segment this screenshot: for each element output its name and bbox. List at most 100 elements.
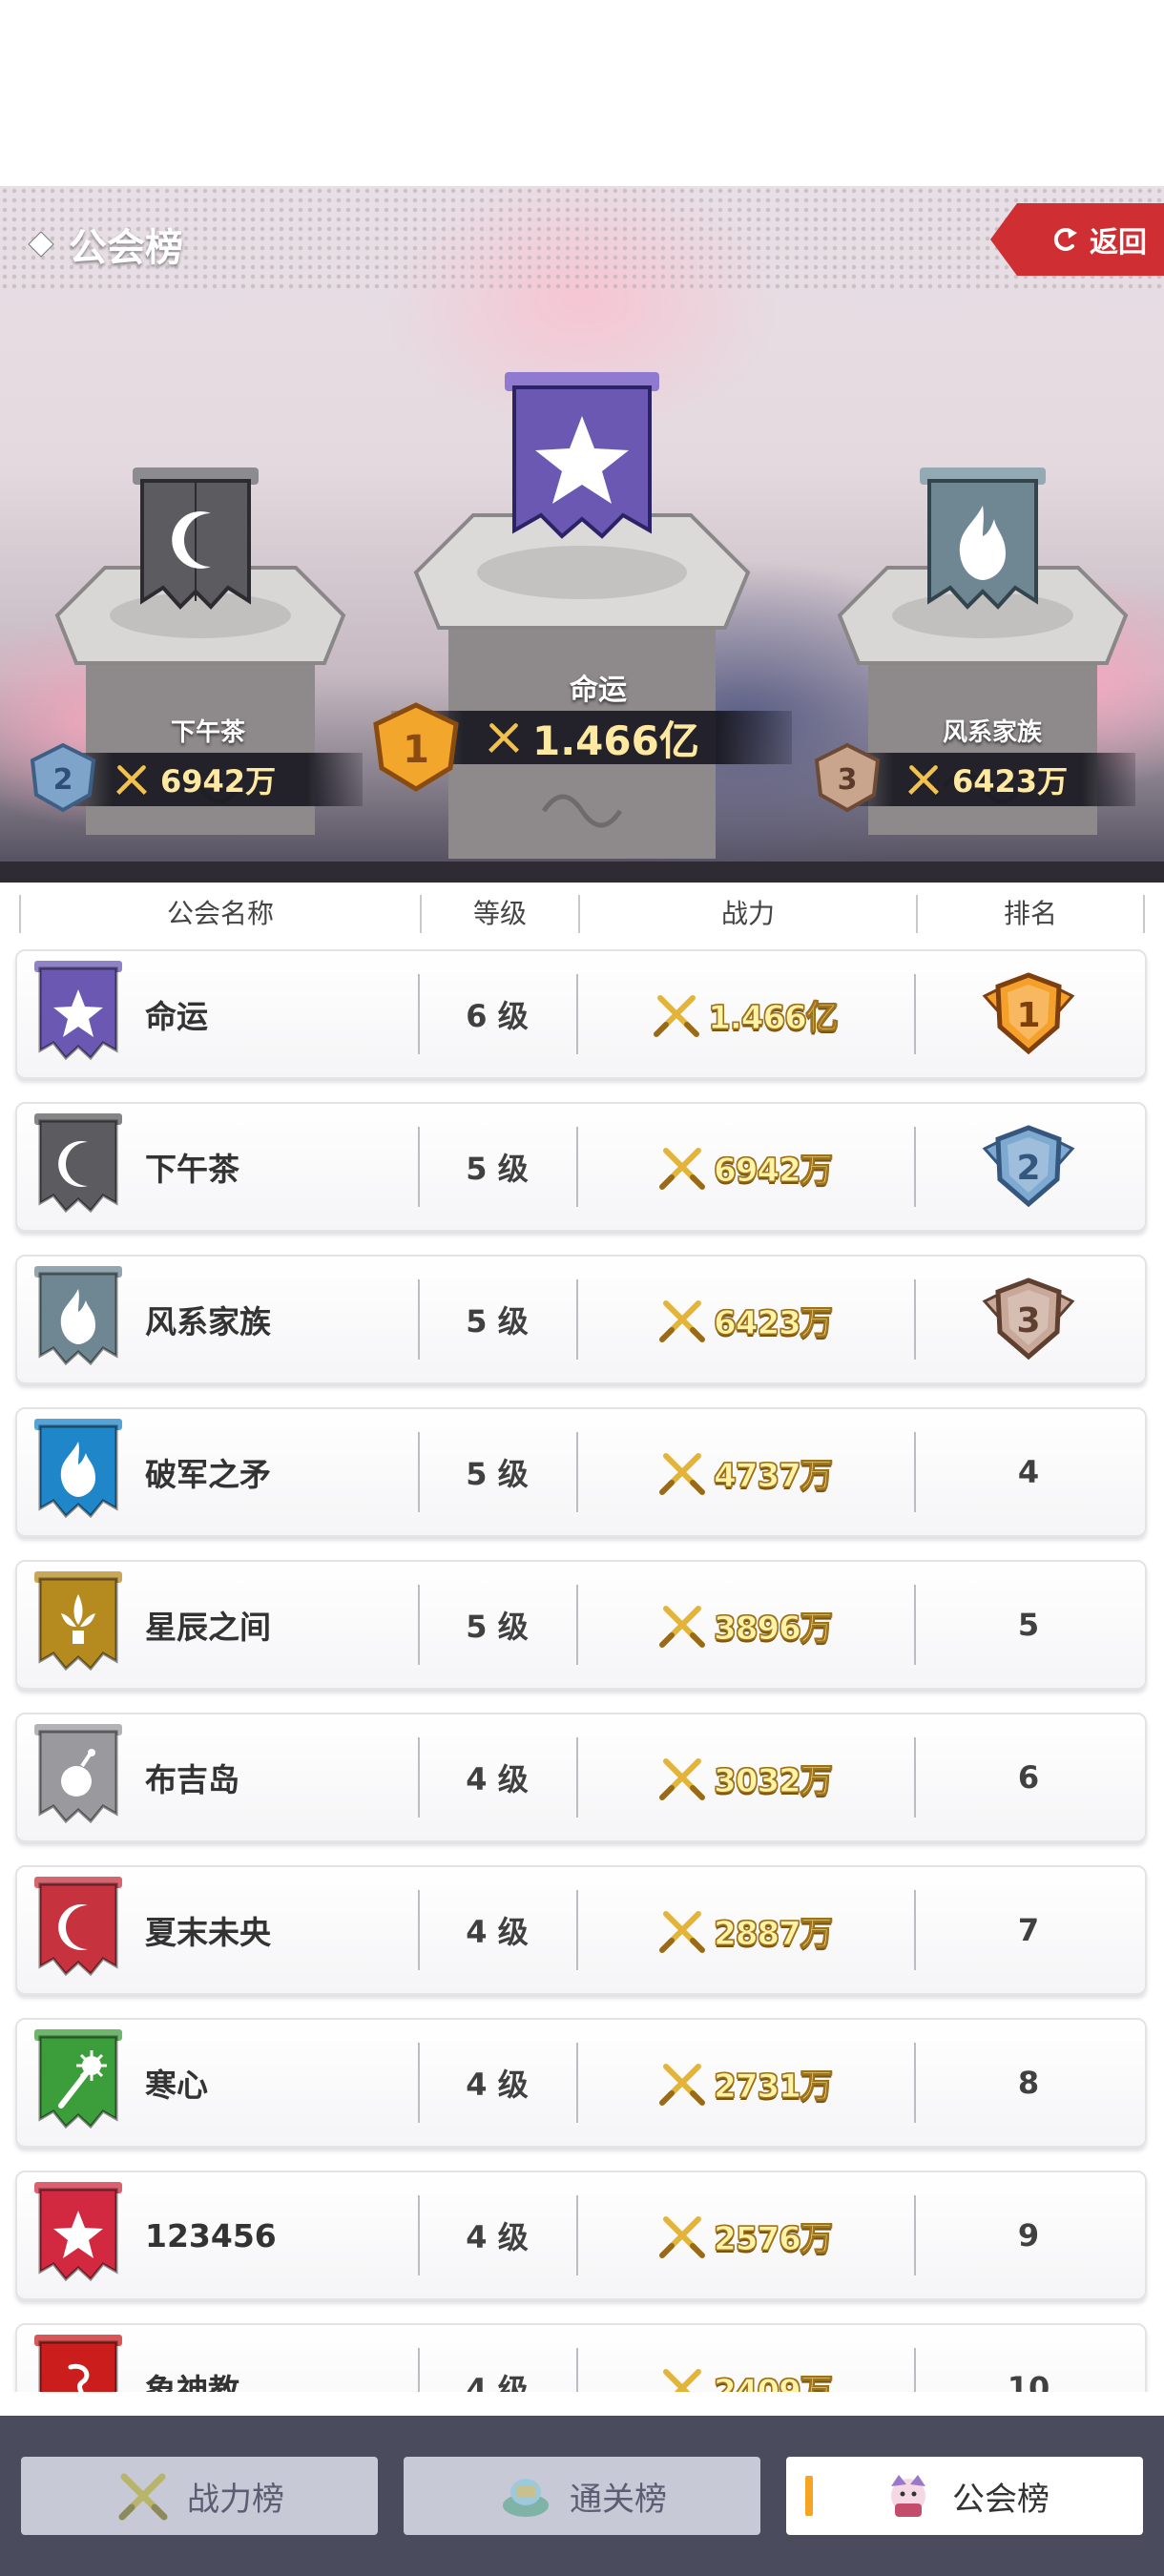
guild-level: 5 级 <box>466 1456 529 1492</box>
guild-power: 2887万 <box>714 1914 834 1953</box>
crossed-swords-icon <box>488 723 519 753</box>
diamond-icon <box>28 231 54 258</box>
guild-name: 风系家族 <box>145 1303 271 1340</box>
crossed-swords-icon <box>659 1148 706 1190</box>
guild-name-cell: 123456 <box>17 2172 418 2298</box>
podium-first-name: 命运 <box>570 674 627 707</box>
back-button[interactable]: 返回 <box>990 203 1164 276</box>
fleur-banner-icon <box>34 1571 122 1672</box>
guild-rank-cell: 4 <box>914 1409 1143 1535</box>
guild-level-cell: 4 级 <box>418 2325 576 2392</box>
guild-row[interactable]: 布吉岛 4 级 3032万 6 <box>15 1713 1147 1842</box>
guild-level-cell: 4 级 <box>418 1867 576 1993</box>
guild-power-cell: 6423万 <box>576 1257 914 1382</box>
guild-level-cell: 4 级 <box>418 2020 576 2146</box>
guild-power: 2731万 <box>714 2067 834 2106</box>
crossed-swords-icon <box>659 1300 706 1342</box>
guild-name-cell: 象神教 <box>17 2325 418 2392</box>
podium-third-name: 风系家族 <box>942 718 1042 747</box>
guild-power-cell: 3032万 <box>576 1714 914 1840</box>
header-power: 战力 <box>578 895 916 933</box>
guild-row[interactable]: 命运 6 级 1.466亿 1 <box>15 949 1147 1079</box>
guild-level: 4 级 <box>466 2372 529 2392</box>
guild-name-cell: 布吉岛 <box>17 1714 418 1840</box>
svg-text:2: 2 <box>1016 1149 1040 1188</box>
guild-row[interactable]: 风系家族 5 级 6423万 3 <box>15 1255 1147 1384</box>
podium-first-power-value: 1.466亿 <box>532 717 699 764</box>
return-arrow-icon <box>1053 228 1077 251</box>
guild-row[interactable]: 星辰之间 5 级 3896万 5 <box>15 1560 1147 1690</box>
svg-text:3: 3 <box>838 763 858 797</box>
guild-name-cell: 星辰之间 <box>17 1562 418 1688</box>
guild-rank: 7 <box>1017 1912 1040 1948</box>
guild-name-cell: 命运 <box>17 951 418 1077</box>
guild-row[interactable]: 夏末未央 4 级 2887万 7 <box>15 1865 1147 1995</box>
svg-text:1: 1 <box>403 728 429 772</box>
guild-level: 5 级 <box>466 1151 529 1187</box>
tab-power-ranking[interactable]: 战力榜 <box>21 2457 378 2535</box>
guild-name: 下午茶 <box>145 1151 239 1188</box>
crossed-swords-icon <box>663 2369 702 2392</box>
crossed-swords-icon <box>659 2064 706 2106</box>
moon-icon <box>133 467 259 610</box>
guild-list[interactable]: 命运 6 级 1.466亿 1 下午茶 5 级 6942万 2 风系家族 5 级… <box>0 949 1164 2392</box>
star-banner-icon <box>34 961 122 1061</box>
guild-power: 2576万 <box>714 2219 834 2258</box>
guild-rank-cell: 8 <box>914 2020 1143 2146</box>
guild-level: 4 级 <box>466 1914 529 1950</box>
tab-label: 通关榜 <box>570 2480 667 2519</box>
guild-name-cell: 下午茶 <box>17 1104 418 1230</box>
guild-rank-cell: 2 <box>914 1104 1143 1230</box>
guild-name: 寒心 <box>145 2067 208 2104</box>
guild-rank-cell: 10 <box>914 2325 1143 2392</box>
tab-stage-ranking[interactable]: 通关榜 <box>404 2457 760 2535</box>
podium-first[interactable] <box>410 372 754 859</box>
guild-name: 夏末未央 <box>145 1914 271 1951</box>
podium-third-power-value: 6423万 <box>952 763 1069 800</box>
guild-power: 2409万 <box>714 2372 834 2392</box>
guild-rank-cell: 7 <box>914 1867 1143 1993</box>
crossed-swords-icon <box>659 1911 706 1953</box>
tab-guild-ranking[interactable]: 公会榜 <box>786 2457 1143 2535</box>
guild-row[interactable]: 123456 4 级 2576万 9 <box>15 2171 1147 2300</box>
guild-rank-cell: 9 <box>914 2172 1143 2298</box>
guild-name: 布吉岛 <box>145 1761 239 1798</box>
guild-row[interactable]: 破军之矛 5 级 4737万 4 <box>15 1407 1147 1537</box>
guild-power-cell: 2731万 <box>576 2020 914 2146</box>
guild-power-cell: 6942万 <box>576 1104 914 1230</box>
guild-level-cell: 5 级 <box>418 1257 576 1382</box>
bronze-medal-icon: 3 <box>814 742 881 813</box>
podium-second-power: 6942万 <box>57 753 363 806</box>
guild-level: 5 级 <box>466 1609 529 1645</box>
mace-banner-icon <box>34 2029 122 2129</box>
crossed-swords-icon <box>116 765 147 795</box>
flame-icon <box>920 467 1046 610</box>
guild-rank-cell: 3 <box>914 1257 1143 1382</box>
guild-rank-cell: 6 <box>914 1714 1143 1840</box>
guild-power: 6423万 <box>714 1303 834 1342</box>
guild-row[interactable]: 象神教 4 级 2409万 10 <box>15 2323 1147 2392</box>
guild-rank: 6 <box>1017 1759 1040 1796</box>
guild-name: 破军之矛 <box>145 1456 271 1493</box>
star-icon <box>505 372 659 539</box>
guild-power: 4737万 <box>714 1456 834 1495</box>
podium-second-name: 下午茶 <box>170 718 245 747</box>
podium-banner: 公会榜 返回 下午茶 6942万 2 命运 1.466亿 1 风系家族 6423… <box>0 186 1164 883</box>
podium-second-power-value: 6942万 <box>160 763 277 800</box>
guild-name: 命运 <box>145 998 208 1035</box>
guild-level-cell: 4 级 <box>418 2172 576 2298</box>
guild-power-cell: 2887万 <box>576 1867 914 1993</box>
bottom-tab-bar: 战力榜 通关榜 公会榜 <box>0 2416 1164 2576</box>
guild-row[interactable]: 寒心 4 级 2731万 8 <box>15 2018 1147 2148</box>
silver-medal-icon: 2 <box>982 1125 1075 1208</box>
guild-name: 123456 <box>145 2216 277 2254</box>
guild-rank: 8 <box>1017 2065 1040 2101</box>
crossed-swords-icon <box>659 1758 706 1800</box>
silver-medal-icon: 2 <box>30 742 96 813</box>
guild-level: 5 级 <box>466 1303 529 1340</box>
guild-level: 4 级 <box>466 2219 529 2255</box>
guild-row[interactable]: 下午茶 5 级 6942万 2 <box>15 1102 1147 1232</box>
crossed-swords-icon <box>659 1606 706 1648</box>
header-name: 公会名称 <box>19 895 420 933</box>
crossed-swords-icon <box>908 765 939 795</box>
